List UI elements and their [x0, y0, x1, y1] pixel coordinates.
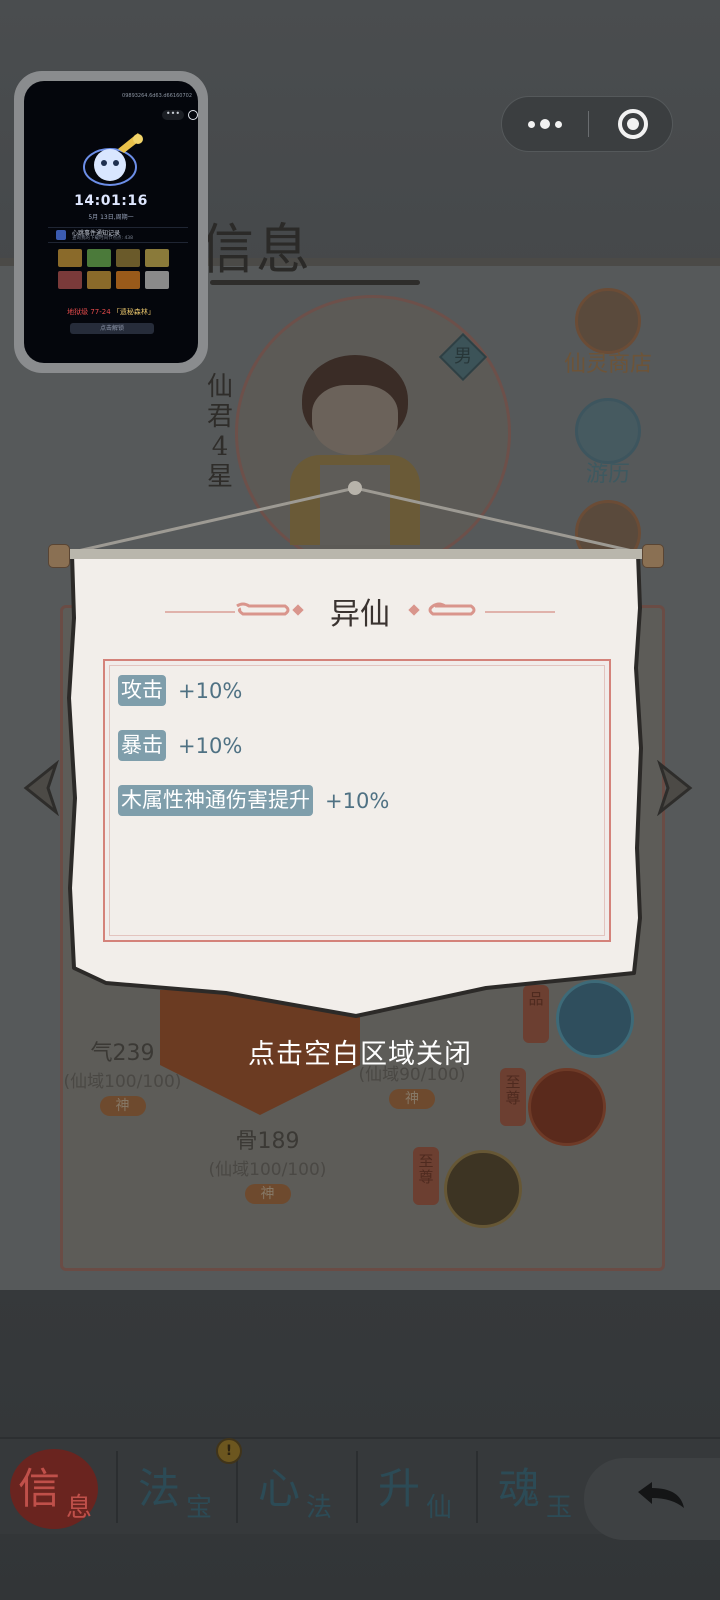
- title-underline: [210, 280, 420, 285]
- item-thumbnail: [145, 249, 169, 267]
- skill-orb-fire[interactable]: [528, 1068, 606, 1146]
- tab-ascend[interactable]: 升 仙: [360, 1439, 478, 1534]
- record-icon: [188, 110, 198, 120]
- scroll-rod: [48, 544, 664, 568]
- item-thumbnail: [87, 271, 111, 289]
- level-label: 地狱级 77-24 「遗秘森林」: [67, 308, 155, 316]
- item-thumbnail: [116, 271, 140, 289]
- travel-button[interactable]: 游历: [548, 398, 668, 488]
- travel-icon: [575, 398, 641, 464]
- attribute-row: 攻击 +10%: [118, 675, 242, 706]
- tab-soul-jade[interactable]: 魂 玉: [480, 1439, 598, 1534]
- close-hint[interactable]: 点击空白区域关闭: [0, 1032, 720, 1071]
- spirit-shop-button[interactable]: 仙灵商店: [548, 288, 668, 378]
- character-rank: 仙 君 4 星: [206, 372, 233, 492]
- notification-badge: !: [216, 1438, 242, 1464]
- item-grid: [58, 249, 170, 289]
- item-thumbnail: [58, 249, 82, 267]
- next-arrow-icon[interactable]: [652, 760, 698, 816]
- shop-icon: [575, 288, 641, 354]
- title-ornament-right: [408, 602, 555, 616]
- stat-bone: 骨189 (仙域100/100) 神: [208, 1129, 327, 1204]
- supreme-tag: 至尊: [413, 1147, 439, 1205]
- tab-info[interactable]: 信 息: [0, 1439, 118, 1534]
- attribute-row: 暴击 +10%: [118, 730, 242, 761]
- attribute-value: +10%: [178, 678, 243, 703]
- page-title: 信息: [200, 218, 312, 281]
- attribute-name: 木属性神通伤害提升: [118, 785, 313, 816]
- more-menu-button[interactable]: [502, 97, 588, 151]
- attribute-name: 暴击: [118, 730, 166, 761]
- item-thumbnail: [116, 249, 140, 267]
- attribute-value: +10%: [325, 788, 390, 813]
- back-button[interactable]: [584, 1458, 720, 1540]
- video-screen: 09893264.6d63.d66160702 ••• 14:01:16 5月 …: [24, 81, 198, 363]
- skill-orb-gold[interactable]: [444, 1150, 522, 1228]
- floating-video-window[interactable]: 09893264.6d63.d66160702 ••• 14:01:16 5月 …: [14, 71, 208, 373]
- supreme-tag: 至尊: [500, 1068, 526, 1126]
- mascot-icon: [83, 133, 143, 186]
- unlock-button: 点击解锁: [70, 323, 154, 334]
- tab-mind-method[interactable]: 心 法: [240, 1439, 358, 1534]
- attribute-value: +10%: [178, 733, 243, 758]
- attribute-row: 木属性神通伤害提升 +10%: [118, 785, 389, 816]
- close-miniprogram-button[interactable]: [618, 109, 648, 139]
- item-thumbnail: [58, 271, 82, 289]
- notification-row: 心跳事件通知记录 查询我的下载时间节点点: 438: [48, 227, 188, 243]
- previous-arrow-icon[interactable]: [18, 760, 64, 816]
- attribute-name: 攻击: [118, 675, 166, 706]
- target-icon: [627, 118, 639, 130]
- item-thumbnail: [145, 271, 169, 289]
- back-icon: [56, 230, 66, 240]
- miniprogram-capsule: [501, 96, 673, 152]
- popup-title: 异仙: [330, 597, 390, 632]
- item-thumbnail: [87, 249, 111, 267]
- back-arrow-icon: [638, 1482, 684, 1508]
- more-icon: •••: [162, 110, 184, 120]
